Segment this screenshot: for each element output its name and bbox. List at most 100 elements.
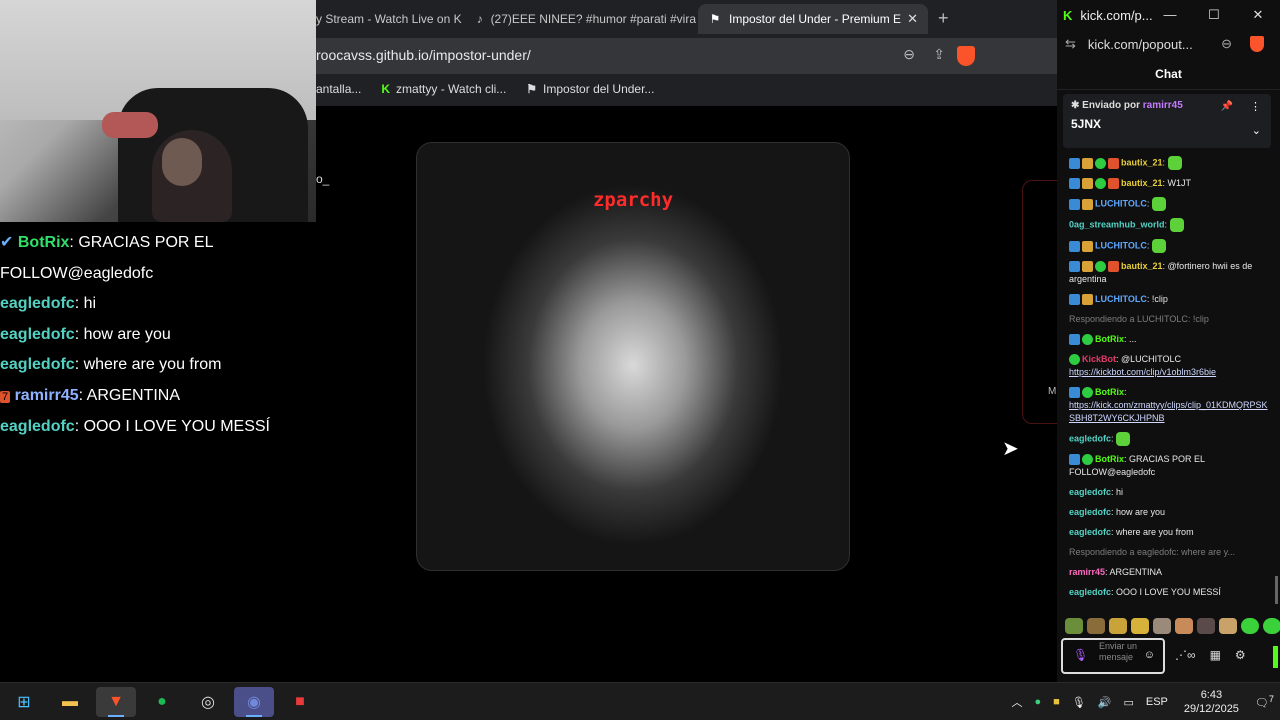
reply-text: Respondiendo a LUCHITOLC: !clip xyxy=(1069,314,1209,324)
emote-icon[interactable] xyxy=(1109,618,1127,634)
store-icon[interactable]: ▦ xyxy=(1210,648,1221,662)
chevron-down-icon[interactable]: ⌄ xyxy=(1252,124,1261,137)
chat-message[interactable]: BotRix: ... xyxy=(1069,333,1271,346)
emoji-icon[interactable]: ☺ xyxy=(1144,649,1155,661)
brave-browser-icon[interactable]: ▼ xyxy=(96,687,136,717)
share-icon[interactable]: ⇪ xyxy=(933,46,945,63)
volume-icon[interactable]: 🔊 xyxy=(1098,696,1112,709)
chat-message[interactable]: eagledofc: xyxy=(1069,432,1271,446)
mic-icon[interactable]: 🎙 xyxy=(1073,648,1088,662)
emote-icon[interactable] xyxy=(1087,618,1105,634)
language-indicator[interactable]: ESP xyxy=(1146,696,1168,708)
chat-message[interactable]: BotRix: https://kick.com/zmattyy/clips/c… xyxy=(1069,386,1271,425)
chat-reply-line[interactable]: Respondiendo a eagledofc: where are y... xyxy=(1069,546,1271,559)
notification-icon[interactable]: 🗨7 xyxy=(1255,694,1274,710)
ghost-letter: M xyxy=(1048,386,1057,397)
share-icon[interactable]: ⋰∞ xyxy=(1175,648,1196,662)
new-tab-icon[interactable]: + xyxy=(938,8,949,29)
tab-tiktok[interactable]: ♪ (27)EEE NINEE? #humor #parati #vira xyxy=(476,4,696,34)
chat-username[interactable]: ramirr45 xyxy=(1069,567,1105,577)
chat-reply-line[interactable]: Respondiendo a LUCHITOLC: !clip xyxy=(1069,313,1271,326)
file-explorer-icon[interactable]: ▬ xyxy=(50,687,90,717)
chat-username[interactable]: eagledofc xyxy=(1069,487,1111,497)
chat-username[interactable]: LUCHITOLC xyxy=(1095,240,1147,250)
clock[interactable]: 6:43 29/12/2025 xyxy=(1184,688,1239,716)
chat-link[interactable]: https://kickbot.com/clip/v1oblm3r6bie xyxy=(1069,367,1216,377)
chat-message[interactable]: eagledofc: OOO I LOVE YOU MESSÍ xyxy=(1069,586,1271,599)
game-card[interactable]: zparchy xyxy=(416,142,850,571)
microphone-icon[interactable]: 🎙 xyxy=(1072,696,1086,709)
network-icon[interactable]: ▭ xyxy=(1123,696,1133,709)
app-icon[interactable]: ■ xyxy=(280,687,320,717)
chat-message[interactable]: LUCHITOLC: xyxy=(1069,197,1271,211)
gear-icon[interactable]: ⚙ xyxy=(1235,648,1246,662)
chat-message[interactable]: eagledofc: where are you from xyxy=(1069,526,1271,539)
chat-message[interactable]: bautix_21: xyxy=(1069,156,1271,170)
bookmark-zmattyy[interactable]: K zmattyy - Watch cli... xyxy=(381,82,506,96)
minimize-icon[interactable]: — xyxy=(1148,0,1192,30)
chat-message[interactable]: LUCHITOLC: xyxy=(1069,239,1271,253)
kick-icon: K xyxy=(1063,7,1073,23)
chat-scrollbar[interactable] xyxy=(1275,576,1278,604)
site-settings-icon[interactable]: ⇆ xyxy=(1065,36,1076,52)
chat-message[interactable]: ramirr45: ARGENTINA xyxy=(1069,566,1271,579)
zoom-icon[interactable]: ⊖ xyxy=(1221,36,1232,52)
emote-icon[interactable] xyxy=(1263,618,1280,634)
bookmark-pantalla[interactable]: antalla... xyxy=(316,82,361,96)
chat-message[interactable]: KickBot: @LUCHITOLC https://kickbot.com/c… xyxy=(1069,353,1271,379)
chat-username[interactable]: eagledofc xyxy=(1069,587,1111,597)
chat-username[interactable]: 0ag_streamhub_world xyxy=(1069,219,1165,229)
emote-icon[interactable] xyxy=(1065,618,1083,634)
zoom-icon[interactable]: ⊖ xyxy=(903,46,915,63)
brave-shield-icon[interactable] xyxy=(1250,36,1264,52)
chat-username[interactable]: bautix_21 xyxy=(1121,178,1163,188)
emote-icon[interactable] xyxy=(1241,618,1259,634)
emote-icon[interactable] xyxy=(1131,618,1149,634)
chat-message[interactable]: BotRix: GRACIAS POR EL FOLLOW@eagledofc xyxy=(1069,453,1271,479)
chat-message[interactable]: eagledofc: how are you xyxy=(1069,506,1271,519)
windows-start-icon[interactable]: ⊞ xyxy=(4,687,44,717)
more-icon[interactable]: ⋮ xyxy=(1250,100,1261,113)
chat-username[interactable]: bautix_21 xyxy=(1121,157,1163,167)
chat-url[interactable]: kick.com/popout... xyxy=(1088,37,1193,52)
chat-username[interactable]: eagledofc xyxy=(1069,433,1111,443)
tray-app-icon[interactable]: ● xyxy=(1034,696,1041,708)
chat-username[interactable]: KickBot xyxy=(1082,354,1116,364)
chat-message[interactable]: bautix_21: @fortinero hwii es de argenti… xyxy=(1069,260,1271,286)
tab-impostor[interactable]: ⚑ Impostor del Under - Premium E ✕ xyxy=(698,4,928,34)
chat-input[interactable]: 🎙 Enviar un mensaje ☺ xyxy=(1061,638,1165,674)
chat-message[interactable]: bautix_21: W1JT xyxy=(1069,177,1271,190)
chat-username[interactable]: BotRix xyxy=(1095,454,1124,464)
close-icon[interactable]: ✕ xyxy=(1236,0,1280,30)
pinned-message[interactable]: ✱ Enviado por ramirr45 5JNX 📌 ⋮ ⌄ xyxy=(1063,94,1271,148)
chat-username[interactable]: BotRix xyxy=(1095,334,1124,344)
tray-app-icon[interactable]: ■ xyxy=(1053,696,1060,708)
badge-icon xyxy=(1095,261,1106,273)
discord-icon[interactable]: ◉ xyxy=(234,687,274,717)
overlay-chat-user: eagledofc xyxy=(0,295,75,312)
emote-icon[interactable] xyxy=(1219,618,1237,634)
chat-username[interactable]: bautix_21 xyxy=(1121,261,1163,271)
obs-icon[interactable]: ◎ xyxy=(188,687,228,717)
emote-icon[interactable] xyxy=(1175,618,1193,634)
emote-icon[interactable] xyxy=(1197,618,1215,634)
emote-icon[interactable] xyxy=(1153,618,1171,634)
chat-message[interactable]: 0ag_streamhub_world: xyxy=(1069,218,1271,232)
bookmark-impostor[interactable]: ⚑ Impostor del Under... xyxy=(526,82,654,96)
chat-message[interactable]: eagledofc: hi xyxy=(1069,486,1271,499)
brave-shield-icon[interactable] xyxy=(957,46,975,66)
chat-username[interactable]: eagledofc xyxy=(1069,507,1111,517)
maximize-icon[interactable]: ☐ xyxy=(1192,0,1236,30)
chat-username[interactable]: BotRix xyxy=(1095,387,1124,397)
pin-icon[interactable]: 📌 xyxy=(1221,101,1233,112)
chat-link[interactable]: https://kick.com/zmattyy/clips/clip_01KD… xyxy=(1069,400,1268,423)
chevron-up-icon[interactable]: ︿ xyxy=(1011,694,1022,710)
chat-username[interactable]: eagledofc xyxy=(1069,527,1111,537)
chat-username[interactable]: LUCHITOLC xyxy=(1095,198,1147,208)
chat-message[interactable]: LUCHITOLC: !clip xyxy=(1069,293,1271,306)
close-icon[interactable]: ✕ xyxy=(907,11,918,27)
tab-kick-stream[interactable]: y Stream - Watch Live on K xyxy=(316,4,466,34)
chat-username[interactable]: LUCHITOLC xyxy=(1095,294,1147,304)
spotify-icon[interactable]: ● xyxy=(142,687,182,717)
url-field[interactable]: roocavss.github.io/impostor-under/ xyxy=(316,47,531,63)
